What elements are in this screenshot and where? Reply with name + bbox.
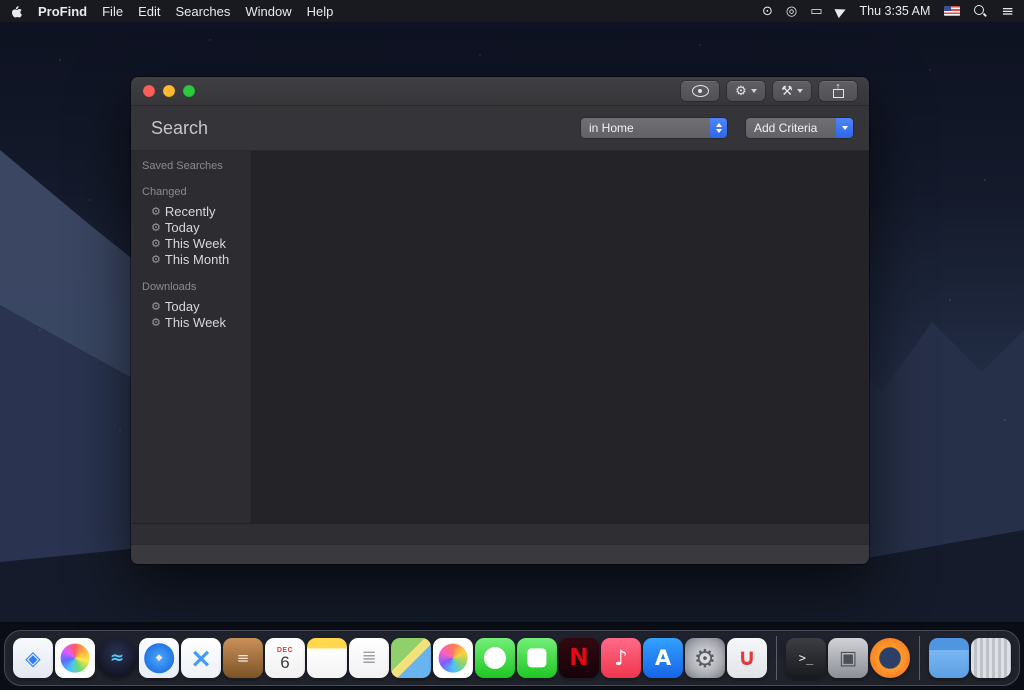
search-controls: in Home Add Criteria <box>581 118 853 138</box>
results-area <box>252 151 869 523</box>
dock-downloads-folder-icon[interactable] <box>929 638 969 678</box>
quicklook-button[interactable] <box>681 81 719 101</box>
sidebar-section-downloads: Downloads <box>131 281 251 293</box>
dock-photo-booth-icon[interactable] <box>433 638 473 678</box>
keychain-menu-icon[interactable]: ⊙ <box>762 5 773 18</box>
dock-system-preferences-icon[interactable]: ⚙ <box>685 638 725 678</box>
dock-automator-icon[interactable]: ▣ <box>828 638 868 678</box>
menu-bar-left: ProFind File Edit Searches Window Help <box>10 4 333 19</box>
dock-trash-icon[interactable] <box>971 638 1011 678</box>
sidebar-item-changed-recently[interactable]: ⚙ Recently <box>131 203 251 219</box>
share-icon: ↑ <box>832 84 845 99</box>
gear-icon: ⚙ <box>151 222 161 233</box>
apple-menu-icon[interactable] <box>10 4 23 19</box>
tools-icon: ⚒ <box>781 85 793 98</box>
page-title: Search <box>151 118 208 139</box>
dock-calendar-icon[interactable]: DEC6 <box>265 638 305 678</box>
gear-icon: ⚙ <box>151 254 161 265</box>
sidebar-item-label: Recently <box>165 204 216 219</box>
menu-file[interactable]: File <box>102 4 123 19</box>
dock-music-icon[interactable]: ♪ <box>601 638 641 678</box>
notification-center-icon[interactable]: ≡ <box>1001 4 1014 19</box>
dock-messages-icon[interactable] <box>475 638 515 678</box>
sidebar-item-changed-this-week[interactable]: ⚙ This Week <box>131 235 251 251</box>
window-controls <box>143 85 195 97</box>
sidebar-item-label: This Week <box>165 236 226 251</box>
dock-notes-icon[interactable] <box>307 638 347 678</box>
chevron-down-icon <box>751 89 757 93</box>
dock-maps-icon[interactable] <box>391 638 431 678</box>
menu-status-icons: ⊙ ◎ ▭ ▶ <box>762 5 846 18</box>
popup-stepper-icon <box>710 118 727 138</box>
search-header: Search in Home Add Criteria <box>131 106 869 151</box>
menu-searches[interactable]: Searches <box>175 4 230 19</box>
tools-button[interactable]: ⚒ <box>773 81 811 101</box>
zoom-button[interactable] <box>183 85 195 97</box>
dock-magnet-icon[interactable]: ∪ <box>727 638 767 678</box>
add-criteria-label: Add Criteria <box>746 121 825 135</box>
menu-help[interactable]: Help <box>307 4 334 19</box>
menu-bar-right: ⊙ ◎ ▭ ▶ Thu 3:35 AM ≡ <box>762 4 1014 19</box>
menu-window[interactable]: Window <box>245 4 291 19</box>
dock-profind-icon[interactable] <box>870 638 910 678</box>
sidebar-item-changed-this-month[interactable]: ⚙ This Month <box>131 251 251 267</box>
actions-button[interactable]: ⚙ <box>727 81 765 101</box>
gear-icon: ⚙ <box>735 85 747 98</box>
add-criteria-popup[interactable]: Add Criteria <box>746 118 853 138</box>
sidebar-title: Saved Searches <box>131 160 251 172</box>
sidebar-item-downloads-today[interactable]: ⚙ Today <box>131 298 251 314</box>
sidebar-item-label: This Month <box>165 252 229 267</box>
menu-items: File Edit Searches Window Help <box>102 4 333 19</box>
sidebar: Saved Searches Changed ⚙ Recently ⚙ Today ⚙ Th… <box>131 151 252 523</box>
chevron-down-icon <box>797 89 803 93</box>
minimize-button[interactable] <box>163 85 175 97</box>
cursor-menu-icon[interactable]: ▶ <box>833 3 848 19</box>
sidebar-item-changed-today[interactable]: ⚙ Today <box>131 219 251 235</box>
gear-icon: ⚙ <box>151 206 161 217</box>
window-toolbar: ⚙ ⚒ ↑ <box>681 81 857 101</box>
sidebar-item-label: Today <box>165 220 200 235</box>
dock-facetime-icon[interactable] <box>517 638 557 678</box>
dock-contacts-icon[interactable]: ≡ <box>223 638 263 678</box>
popup-arrow-icon <box>836 118 853 138</box>
scope-popup-value: in Home <box>581 121 642 135</box>
window-body: Saved Searches Changed ⚙ Recently ⚙ Today ⚙ Th… <box>131 151 869 523</box>
sidebar-item-downloads-this-week[interactable]: ⚙ This Week <box>131 314 251 330</box>
close-button[interactable] <box>143 85 155 97</box>
menu-bar: ProFind File Edit Searches Window Help ⊙ ◎ ▭ ▶ … <box>0 0 1024 22</box>
dock-photos-icon[interactable] <box>55 638 95 678</box>
profind-window: ⚙ ⚒ ↑ Search in Home Add Criteria <box>131 77 869 564</box>
dock-xcode-icon[interactable]: × <box>181 638 221 678</box>
gear-icon: ⚙ <box>151 238 161 249</box>
dock-books-icon[interactable]: ◈ <box>13 638 53 678</box>
dock-reminders-icon[interactable]: ≣ <box>349 638 389 678</box>
sidebar-section-changed: Changed <box>131 186 251 198</box>
gear-icon: ⚙ <box>151 317 161 328</box>
dock-terminal-icon[interactable]: >_ <box>786 638 826 678</box>
screen-mirroring-menu-icon[interactable]: ▭ <box>810 5 822 18</box>
menu-clock[interactable]: Thu 3:35 AM <box>860 4 931 18</box>
dock-siri-icon[interactable]: ≈ <box>97 638 137 678</box>
bottom-bar <box>131 544 869 564</box>
dock-app-store-icon[interactable]: A <box>643 638 683 678</box>
gear-icon: ⚙ <box>151 301 161 312</box>
sidebar-sections: Changed ⚙ Recently ⚙ Today ⚙ This Week ⚙ This Mo… <box>131 186 251 330</box>
window-titlebar[interactable]: ⚙ ⚒ ↑ <box>131 77 869 106</box>
sidebar-item-label: Today <box>165 299 200 314</box>
spotlight-search-icon[interactable] <box>974 5 987 18</box>
dock-separator <box>919 636 920 680</box>
menu-edit[interactable]: Edit <box>138 4 160 19</box>
share-button[interactable]: ↑ <box>819 81 857 101</box>
us-flag-icon[interactable] <box>944 6 960 16</box>
time-machine-menu-icon[interactable]: ◎ <box>786 5 797 18</box>
menu-app-name[interactable]: ProFind <box>38 4 87 19</box>
status-bar <box>131 523 869 544</box>
dock-safari-icon[interactable]: ◆ <box>139 638 179 678</box>
dock-separator <box>776 636 777 680</box>
dock-netflix-icon[interactable]: N <box>559 638 599 678</box>
sidebar-item-label: This Week <box>165 315 226 330</box>
scope-popup[interactable]: in Home <box>581 118 727 138</box>
dock: ◈ ≈◆×≡DEC6 ≣ N♪A⚙∪ >_▣ <box>4 630 1020 686</box>
eye-icon <box>692 85 709 97</box>
